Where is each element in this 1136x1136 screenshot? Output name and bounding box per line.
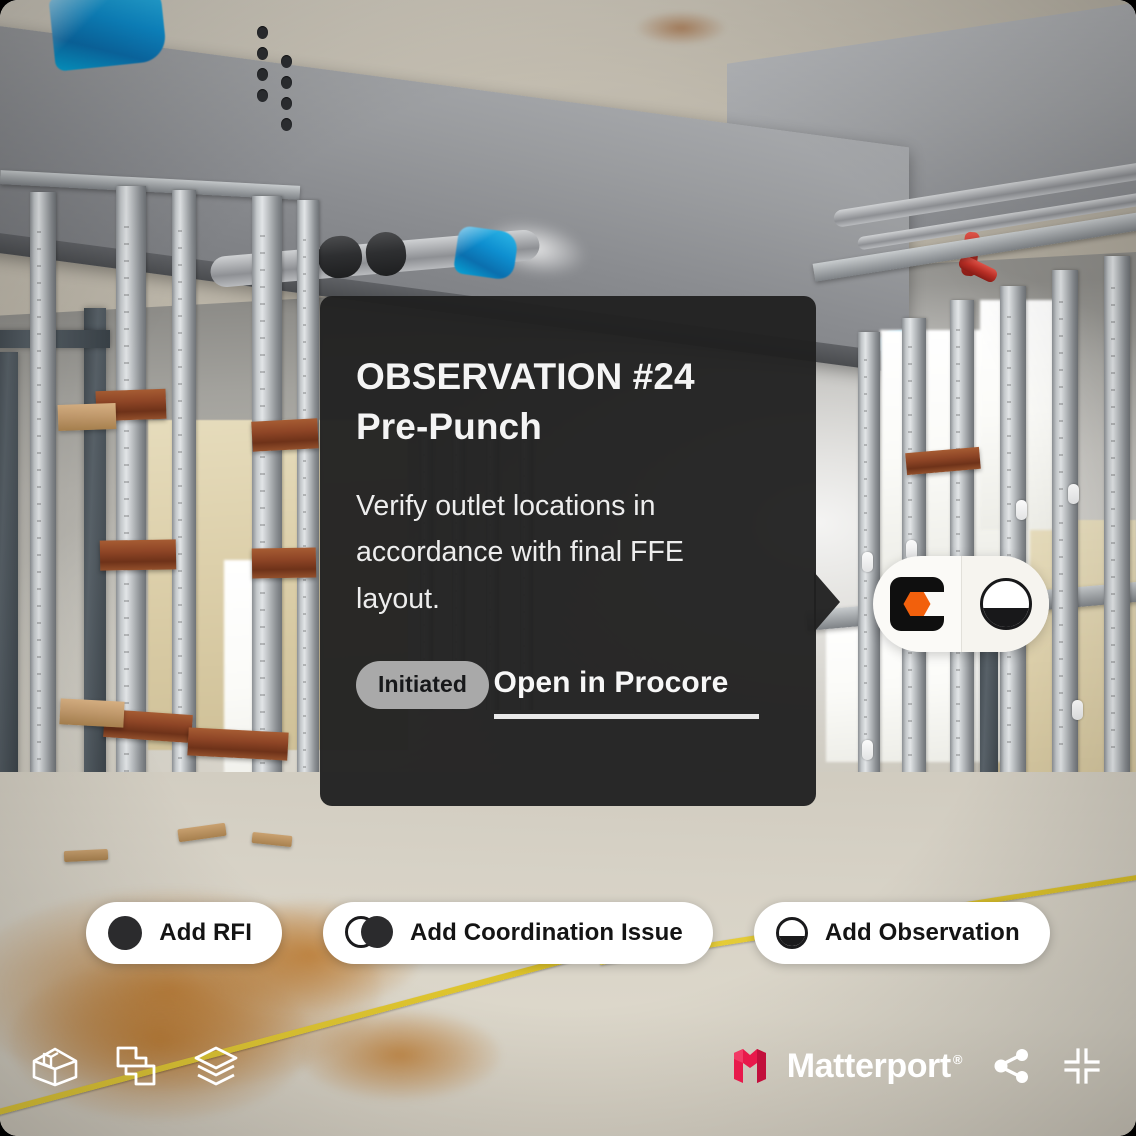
steel-stud bbox=[297, 200, 319, 850]
steel-stud bbox=[1104, 256, 1130, 780]
procore-hexagon-icon bbox=[903, 592, 931, 616]
matterport-3d-viewer[interactable]: OBSERVATION #24 Pre-Punch Verify outlet … bbox=[0, 0, 1136, 1136]
add-observation-button[interactable]: Add Observation bbox=[753, 902, 1050, 964]
steel-stud bbox=[1000, 286, 1026, 786]
view-mode-nav bbox=[30, 1043, 240, 1089]
collapse-icon[interactable] bbox=[1062, 1046, 1102, 1086]
steel-stud bbox=[30, 192, 56, 842]
procore-logo-icon bbox=[890, 577, 944, 631]
coordination-circles-icon bbox=[344, 916, 393, 950]
link-underline bbox=[493, 713, 759, 719]
steel-stud bbox=[116, 186, 146, 852]
dollhouse-view-icon[interactable] bbox=[30, 1043, 80, 1089]
registered-mark: ® bbox=[952, 1052, 963, 1068]
duct-perforation bbox=[257, 47, 268, 60]
observation-callout-card[interactable]: OBSERVATION #24 Pre-Punch Verify outlet … bbox=[320, 296, 816, 806]
rfi-dot-icon bbox=[108, 916, 143, 950]
duct-perforation bbox=[281, 118, 292, 131]
status-badge: Initiated bbox=[356, 660, 490, 709]
add-rfi-label: Add RFI bbox=[159, 919, 252, 946]
callout-description: Verify outlet locations in accordance wi… bbox=[356, 489, 684, 615]
callout-title-line2: Pre-Punch bbox=[356, 406, 542, 448]
floorplan-view-icon[interactable] bbox=[114, 1044, 158, 1088]
stud-knockout bbox=[1072, 700, 1083, 720]
stud-knockout bbox=[862, 740, 873, 760]
matterport-wordmark: Matterport ® bbox=[786, 1046, 963, 1086]
coordination-circle-filled bbox=[360, 916, 393, 948]
duct-perforation bbox=[257, 68, 268, 81]
door-frame bbox=[84, 308, 106, 838]
duct-perforation bbox=[257, 26, 268, 39]
stud-knockout bbox=[862, 552, 873, 572]
add-rfi-button[interactable]: Add RFI bbox=[86, 902, 282, 964]
wood-blocking bbox=[57, 402, 117, 432]
matterport-name: Matterport bbox=[786, 1046, 952, 1085]
duct-perforation bbox=[281, 55, 292, 68]
open-in-procore-link-wrap[interactable]: Open in Procore bbox=[493, 666, 759, 719]
wood-blocking bbox=[187, 727, 289, 761]
matterport-brand[interactable]: Matterport ® bbox=[729, 1045, 962, 1087]
wood-blocking bbox=[251, 418, 319, 452]
wood-blocking bbox=[59, 698, 125, 728]
viewer-bottom-right-controls: Matterport ® bbox=[729, 1045, 1102, 1087]
observation-half-circle-icon bbox=[775, 917, 808, 949]
integration-badge-pill[interactable] bbox=[873, 556, 1049, 652]
callout-pointer bbox=[814, 572, 840, 632]
viewer-bottom-bar: Matterport ® bbox=[0, 996, 1136, 1136]
blue-plastic-cover bbox=[452, 225, 520, 281]
observation-half-circle-icon bbox=[979, 578, 1032, 630]
stud-knockout bbox=[1016, 500, 1027, 520]
procore-badge-half[interactable] bbox=[873, 556, 961, 652]
callout-title-line1: OBSERVATION #24 bbox=[356, 356, 695, 397]
steel-stud bbox=[950, 300, 974, 786]
add-observation-label: Add Observation bbox=[824, 919, 1020, 946]
layers-icon[interactable] bbox=[192, 1044, 240, 1088]
wood-blocking bbox=[251, 547, 317, 579]
duct-perforation bbox=[281, 97, 292, 110]
duct-perforation bbox=[281, 76, 292, 89]
stud-knockout bbox=[1068, 484, 1079, 504]
callout-title: OBSERVATION #24 Pre-Punch bbox=[356, 352, 756, 453]
action-button-bar: Add RFI Add Coordination Issue Add Obser… bbox=[0, 902, 1136, 964]
duct-perforation bbox=[257, 89, 268, 102]
matterport-logo-icon bbox=[733, 1049, 766, 1083]
wood-blocking bbox=[99, 539, 177, 571]
share-icon[interactable] bbox=[992, 1046, 1032, 1086]
add-coordination-issue-label: Add Coordination Issue bbox=[409, 919, 683, 946]
open-in-procore-link[interactable]: Open in Procore bbox=[494, 666, 759, 700]
add-coordination-issue-button[interactable]: Add Coordination Issue bbox=[322, 902, 713, 964]
floor-debris bbox=[63, 848, 109, 863]
